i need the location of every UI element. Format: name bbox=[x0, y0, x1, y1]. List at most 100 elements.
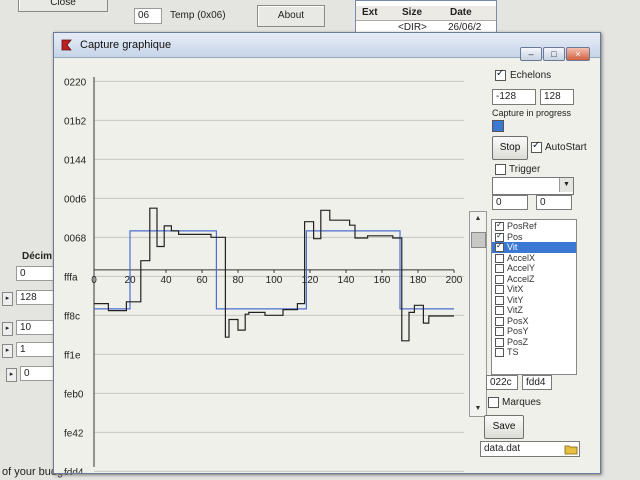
channel-item[interactable]: VitY bbox=[492, 295, 576, 306]
channel-checkbox[interactable] bbox=[495, 295, 504, 305]
channel-label: AccelY bbox=[507, 263, 536, 273]
file-list[interactable]: Ext Size Date <DIR> 26/06/2 bbox=[355, 0, 497, 36]
minimize-button[interactable]: – bbox=[520, 47, 542, 61]
x-tick-label: 140 bbox=[338, 275, 355, 286]
autostart-checkbox[interactable] bbox=[531, 140, 542, 153]
capture-window: Capture graphique – □ × 0220 01b2 0144 00d6… bbox=[53, 32, 601, 478]
x-tick-label: 40 bbox=[160, 275, 172, 286]
decim-label: Décim bbox=[22, 251, 53, 262]
trigger-checkbox[interactable] bbox=[495, 164, 506, 175]
x-tick-label: 60 bbox=[196, 275, 208, 286]
trigger-field-a[interactable]: 0 bbox=[492, 195, 528, 210]
file-list-header: Ext Size Date bbox=[356, 6, 496, 21]
channel-item[interactable]: AccelZ bbox=[492, 274, 576, 285]
channel-label: PosY bbox=[507, 326, 529, 336]
y-tick-label: ff1e bbox=[64, 350, 81, 361]
chevron-down-icon: ▼ bbox=[559, 178, 573, 192]
close-window-button[interactable]: × bbox=[566, 47, 590, 61]
maximize-button[interactable]: □ bbox=[543, 47, 565, 61]
channel-item[interactable]: PosZ bbox=[492, 337, 576, 348]
param-field-1[interactable]: 0 bbox=[16, 266, 54, 281]
param-field-4[interactable]: 1 bbox=[16, 342, 54, 357]
title-bar[interactable]: Capture graphique – □ × bbox=[54, 33, 600, 61]
y-tick-label: 00d6 bbox=[64, 194, 87, 205]
y-tick-label: 0068 bbox=[64, 233, 87, 244]
channel-label: Vit bbox=[507, 242, 518, 252]
channel-checkbox[interactable] bbox=[495, 241, 504, 252]
capture-status: Capture in progress bbox=[492, 108, 572, 118]
channel-label: VitX bbox=[507, 284, 524, 294]
filename-field[interactable]: data.dat bbox=[480, 441, 580, 457]
channel-checkbox[interactable] bbox=[495, 285, 504, 294]
channel-checkbox[interactable] bbox=[495, 274, 504, 284]
channel-label: PosRef bbox=[507, 221, 537, 231]
arrow-right-icon[interactable]: ▸ bbox=[2, 322, 13, 336]
trigger-select[interactable]: ▼ bbox=[492, 177, 574, 195]
y-tick-label: ff8c bbox=[64, 311, 80, 322]
echelons-label: Echelons bbox=[510, 70, 552, 81]
channel-item[interactable]: Vit bbox=[492, 241, 576, 253]
y-tick-label: 0220 bbox=[64, 77, 87, 88]
channel-item[interactable]: AccelX bbox=[492, 253, 576, 264]
channel-checkbox[interactable] bbox=[495, 264, 504, 273]
close-button[interactable]: Close bbox=[18, 0, 108, 12]
folder-icon[interactable] bbox=[564, 443, 578, 455]
channel-label: VitZ bbox=[507, 305, 523, 315]
range-field-a[interactable]: 022c bbox=[486, 375, 518, 390]
channel-label: PosZ bbox=[507, 336, 529, 347]
y-tick-label: 0144 bbox=[64, 155, 87, 166]
param-field-2[interactable]: 128 bbox=[16, 290, 54, 305]
stop-button[interactable]: Stop bbox=[492, 136, 528, 160]
channel-item[interactable]: Pos bbox=[492, 231, 576, 243]
arrow-right-icon[interactable]: ▸ bbox=[2, 292, 13, 306]
channel-item[interactable]: PosRef bbox=[492, 220, 576, 232]
window-title: Capture graphique bbox=[80, 39, 172, 51]
save-button[interactable]: Save bbox=[484, 415, 524, 439]
chart-scrollbar[interactable]: ▲ ▼ bbox=[469, 211, 487, 417]
channel-checkbox[interactable] bbox=[495, 348, 504, 357]
temp-label: Temp (0x06) bbox=[170, 10, 226, 21]
scroll-down-icon[interactable]: ▼ bbox=[470, 402, 486, 416]
channel-item[interactable]: AccelY bbox=[492, 263, 576, 274]
echelons-checkbox[interactable] bbox=[495, 68, 506, 81]
channel-item[interactable]: PosY bbox=[492, 326, 576, 337]
marques-checkbox[interactable] bbox=[488, 397, 499, 408]
channel-label: AccelZ bbox=[507, 273, 535, 284]
channel-item[interactable]: TS bbox=[492, 347, 576, 358]
trigger-label: Trigger bbox=[509, 164, 541, 175]
channel-checkbox[interactable] bbox=[495, 316, 504, 326]
y-tick-label: fffa bbox=[64, 272, 78, 283]
y-tick-label: fdd4 bbox=[64, 467, 84, 473]
chart-svg: 0220 01b2 0144 00d6 0068 fffa ff8c ff1e feb0 fe42… bbox=[64, 77, 464, 478]
x-tick-label: 160 bbox=[374, 275, 391, 286]
min-value-field[interactable]: -128 bbox=[492, 89, 536, 105]
param-field-3[interactable]: 10 bbox=[16, 320, 54, 335]
about-button[interactable]: About bbox=[257, 5, 325, 27]
channel-item[interactable]: VitX bbox=[492, 284, 576, 295]
capture-progress bbox=[492, 120, 504, 132]
capture-chart[interactable]: 0220 01b2 0144 00d6 0068 fffa ff8c ff1e feb0 fe42… bbox=[54, 57, 484, 478]
channel-label: TS bbox=[507, 347, 519, 357]
arrow-right-icon[interactable]: ▸ bbox=[2, 344, 13, 358]
arrow-right-icon[interactable]: ▸ bbox=[6, 368, 17, 382]
x-tick-label: 100 bbox=[266, 275, 283, 286]
trigger-field-b[interactable]: 0 bbox=[536, 195, 572, 210]
channel-item[interactable]: VitZ bbox=[492, 305, 576, 316]
channel-item[interactable]: PosX bbox=[492, 316, 576, 327]
max-value-field[interactable]: 128 bbox=[540, 89, 574, 105]
range-field-b[interactable]: fdd4 bbox=[522, 375, 552, 390]
channel-checkbox[interactable] bbox=[495, 327, 504, 336]
channel-label: VitY bbox=[507, 294, 524, 305]
x-tick-label: 200 bbox=[446, 275, 463, 286]
channel-checkbox[interactable] bbox=[495, 253, 504, 263]
channel-checkbox[interactable] bbox=[495, 306, 504, 315]
channel-list[interactable]: PosRefPosVitAccelXAccelYAccelZVitXVitYVi… bbox=[491, 219, 577, 375]
channel-checkbox[interactable] bbox=[495, 337, 504, 347]
param-field-5[interactable]: 0 bbox=[20, 366, 54, 381]
code-field[interactable]: 06 bbox=[134, 8, 162, 24]
scroll-up-icon[interactable]: ▲ bbox=[470, 212, 486, 226]
scroll-thumb[interactable] bbox=[471, 232, 486, 248]
channel-label: Pos bbox=[507, 231, 523, 242]
channel-label: PosX bbox=[507, 315, 529, 326]
col-size: Size bbox=[402, 7, 423, 18]
